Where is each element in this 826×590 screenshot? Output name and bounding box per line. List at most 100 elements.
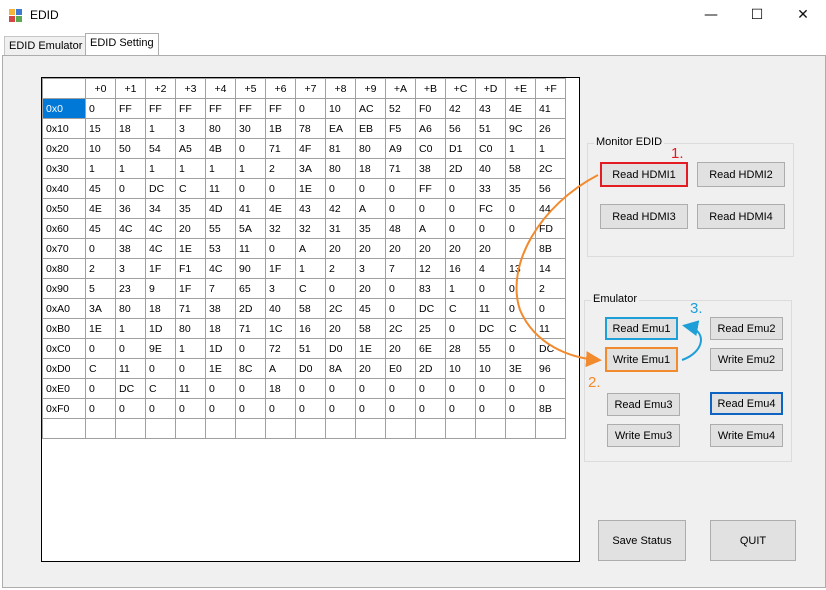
grid-cell[interactable]: 5A — [235, 218, 266, 239]
grid-cell[interactable]: 50 — [115, 138, 146, 159]
grid-cell[interactable]: D0 — [295, 358, 326, 379]
read-hdmi3-button[interactable]: Read HDMI3 — [600, 204, 688, 229]
grid-cell[interactable]: 80 — [325, 158, 356, 179]
row-header[interactable]: 0x20 — [42, 138, 86, 159]
grid-cell[interactable]: A5 — [175, 138, 206, 159]
grid-cell[interactable]: 36 — [115, 198, 146, 219]
grid-cell[interactable]: 20 — [475, 238, 506, 259]
read-hdmi1-button[interactable]: Read HDMI1 — [600, 162, 688, 187]
grid-cell[interactable] — [535, 418, 566, 439]
grid-cell[interactable]: 11 — [475, 298, 506, 319]
grid-cell[interactable]: 72 — [265, 338, 296, 359]
column-header[interactable]: +3 — [175, 78, 206, 99]
grid-cell[interactable]: 32 — [295, 218, 326, 239]
grid-cell[interactable]: 11 — [175, 378, 206, 399]
row-header[interactable]: 0x60 — [42, 218, 86, 239]
grid-cell[interactable]: D1 — [445, 138, 476, 159]
grid-cell[interactable]: 0 — [445, 378, 476, 399]
grid-cell[interactable]: 34 — [145, 198, 176, 219]
grid-cell[interactable]: 1 — [235, 158, 266, 179]
grid-cell[interactable]: 1C — [265, 318, 296, 339]
grid-cell[interactable]: 3 — [355, 258, 386, 279]
grid-cell[interactable]: AC — [355, 98, 386, 119]
grid-cell[interactable]: 23 — [115, 278, 146, 299]
grid-cell[interactable]: 0 — [235, 338, 266, 359]
grid-cell[interactable]: 0 — [385, 178, 416, 199]
grid-cell[interactable]: 0 — [415, 198, 446, 219]
grid-cell[interactable]: 81 — [325, 138, 356, 159]
empty-row[interactable] — [42, 418, 566, 439]
grid-cell[interactable]: 0 — [325, 378, 356, 399]
grid-cell[interactable]: C0 — [475, 138, 506, 159]
grid-cell[interactable]: 0 — [235, 378, 266, 399]
grid-cell[interactable]: 0 — [355, 398, 386, 419]
grid-cell[interactable]: 0 — [475, 218, 506, 239]
grid-cell[interactable]: 4B — [205, 138, 236, 159]
grid-cell[interactable]: 11 — [535, 318, 566, 339]
grid-cell[interactable]: DC — [475, 318, 506, 339]
grid-cell[interactable]: 1D — [205, 338, 236, 359]
grid-cell[interactable]: 9C — [505, 118, 536, 139]
grid-cell[interactable]: 13 — [505, 258, 536, 279]
grid-cell[interactable]: 0 — [505, 338, 536, 359]
grid-cell[interactable]: 71 — [385, 158, 416, 179]
grid-cell[interactable]: DC — [415, 298, 446, 319]
grid-cell[interactable]: 7 — [205, 278, 236, 299]
grid-cell[interactable]: C — [295, 278, 326, 299]
grid-cell[interactable]: 16 — [295, 318, 326, 339]
grid-cell[interactable]: 7 — [385, 258, 416, 279]
grid-cell[interactable]: 10 — [445, 358, 476, 379]
grid-cell[interactable]: 11 — [205, 178, 236, 199]
grid-cell[interactable]: 20 — [385, 338, 416, 359]
grid-cell[interactable]: 1E — [85, 318, 116, 339]
row-header[interactable]: 0x10 — [42, 118, 86, 139]
grid-cell[interactable]: 48 — [385, 218, 416, 239]
grid-cell[interactable]: 38 — [205, 298, 236, 319]
grid-cell[interactable]: C — [145, 378, 176, 399]
grid-cell[interactable]: 42 — [445, 98, 476, 119]
grid-cell[interactable]: 10 — [85, 138, 116, 159]
grid-cell[interactable] — [205, 418, 236, 439]
grid-cell[interactable]: 1 — [535, 138, 566, 159]
grid-cell[interactable] — [475, 418, 506, 439]
row-header[interactable]: 0xA0 — [42, 298, 86, 319]
grid-cell[interactable]: 1E — [355, 338, 386, 359]
grid-cell[interactable]: 0 — [505, 198, 536, 219]
grid-cell[interactable]: 78 — [295, 118, 326, 139]
grid-cell[interactable]: 20 — [175, 218, 206, 239]
grid-cell[interactable]: 16 — [445, 258, 476, 279]
grid-cell[interactable]: 1 — [85, 158, 116, 179]
grid-cell[interactable]: 1F — [175, 278, 206, 299]
grid-cell[interactable]: 0 — [115, 338, 146, 359]
grid-cell[interactable] — [145, 418, 176, 439]
read-emu2-button[interactable]: Read Emu2 — [710, 317, 783, 340]
column-header[interactable]: +D — [475, 78, 506, 99]
grid-cell[interactable]: 20 — [445, 238, 476, 259]
grid-cell[interactable]: 14 — [535, 258, 566, 279]
grid-cell[interactable]: 38 — [415, 158, 446, 179]
grid-cell[interactable]: 8A — [325, 358, 356, 379]
grid-cell[interactable]: 35 — [175, 198, 206, 219]
grid-cell[interactable]: 0 — [385, 378, 416, 399]
write-emu2-button[interactable]: Write Emu2 — [710, 348, 783, 371]
grid-cell[interactable]: 8B — [535, 238, 566, 259]
column-header[interactable]: +C — [445, 78, 476, 99]
grid-cell[interactable]: FF — [115, 98, 146, 119]
grid-cell[interactable]: DC — [145, 178, 176, 199]
grid-cell[interactable]: 0 — [235, 178, 266, 199]
grid-cell[interactable]: 0 — [145, 358, 176, 379]
grid-cell[interactable]: F0 — [415, 98, 446, 119]
row-header[interactable]: 0x70 — [42, 238, 86, 259]
grid-cell[interactable]: 8C — [235, 358, 266, 379]
grid-cell[interactable]: C0 — [415, 138, 446, 159]
grid-cell[interactable]: 4C — [145, 238, 176, 259]
grid-cell[interactable]: A9 — [385, 138, 416, 159]
grid-cell[interactable]: FF — [205, 98, 236, 119]
column-header[interactable]: +5 — [235, 78, 266, 99]
grid-cell[interactable]: 0 — [85, 398, 116, 419]
grid-cell[interactable]: 55 — [205, 218, 236, 239]
grid-cell[interactable]: FF — [415, 178, 446, 199]
grid-cell[interactable]: 0 — [505, 398, 536, 419]
grid-cell[interactable]: 0 — [445, 398, 476, 419]
grid-cell[interactable]: E0 — [385, 358, 416, 379]
